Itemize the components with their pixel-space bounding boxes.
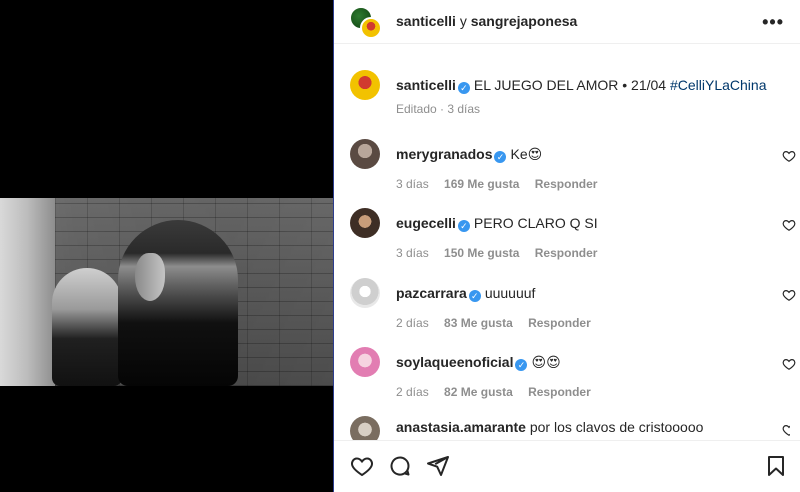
verified-badge-icon: ✓ [457, 82, 470, 94]
caption-meta: Editado · 3 días [396, 102, 481, 116]
video-frame[interactable] [0, 198, 333, 386]
comment-likes[interactable]: 82 Me gusta [444, 385, 513, 399]
comment-username[interactable]: pazcarrara [396, 285, 467, 301]
comment-item: merygranados ✓ Ke😍 3 días 169 Me gusta Res… [350, 139, 796, 191]
comment-body: PERO CLARO Q SI [473, 215, 598, 231]
caption-row: santicelli ✓ EL JUEGO DEL AMOR • 21/04 #Ce… [350, 70, 790, 120]
avatar[interactable] [350, 208, 380, 238]
comment-time[interactable]: 3 días [396, 246, 429, 260]
comment-body: por los clavos de cristooooo [529, 419, 704, 435]
comment-likes[interactable]: 150 Me gusta [444, 246, 519, 260]
share-icon[interactable] [426, 454, 450, 478]
caption-text: santicelli ✓ EL JUEGO DEL AMOR • 21/04 #Ce… [396, 76, 767, 94]
comment-text: anastasia.amarante por los clavos de cri… [396, 418, 703, 436]
avatar[interactable] [350, 347, 380, 377]
more-options-icon[interactable]: ••• [762, 12, 784, 33]
verified-badge-icon: ✓ [457, 220, 470, 232]
comment-item: anastasia.amarante por los clavos de cri… [350, 416, 790, 440]
avatar[interactable] [350, 278, 380, 308]
comment-text: pazcarrara ✓ uuuuuuf [396, 284, 535, 302]
comment-text: soylaqueenoficial ✓ 😍😍 [396, 353, 561, 371]
like-heart-icon[interactable] [782, 218, 796, 232]
comment-username[interactable]: merygranados [396, 146, 492, 162]
comment-username[interactable]: soylaqueenoficial [396, 354, 513, 370]
comment-username[interactable]: eugecelli [396, 215, 456, 231]
post-header: santicelli y sangrejaponesa ••• [334, 0, 800, 44]
comment-text: eugecelli ✓ PERO CLARO Q SI [396, 214, 598, 232]
comment-meta: 3 días 169 Me gusta Responder [396, 177, 609, 191]
reply-button[interactable]: Responder [528, 316, 591, 330]
person-figure [52, 268, 122, 386]
avatar[interactable] [350, 139, 380, 169]
comment-icon[interactable] [388, 454, 412, 478]
like-heart-icon[interactable] [782, 149, 796, 163]
post-media[interactable] [0, 0, 333, 492]
post-actions-bar [334, 440, 800, 492]
reply-button[interactable]: Responder [535, 177, 598, 191]
caption-body: EL JUEGO DEL AMOR • 21/04 [473, 77, 667, 93]
comment-likes[interactable]: 169 Me gusta [444, 177, 519, 191]
avatar[interactable] [360, 17, 382, 39]
comment-body: 😍😍 [531, 354, 561, 370]
reply-button[interactable]: Responder [528, 385, 591, 399]
comment-meta: 2 días 83 Me gusta Responder [396, 316, 603, 330]
joiner-text: y [459, 13, 467, 29]
reply-button[interactable]: Responder [535, 246, 598, 260]
caption-username[interactable]: santicelli [396, 77, 456, 93]
comment-item: pazcarrara ✓ uuuuuuf 2 días 83 Me gusta Re… [350, 278, 796, 330]
avatar[interactable] [350, 416, 380, 440]
bookmark-icon[interactable] [764, 454, 788, 478]
like-heart-icon[interactable] [782, 357, 796, 371]
comment-item: soylaqueenoficial ✓ 😍😍 2 días 82 Me gusta … [350, 347, 796, 399]
like-heart-icon[interactable] [782, 423, 790, 437]
username-link[interactable]: santicelli [396, 13, 456, 29]
comment-text: merygranados ✓ Ke😍 [396, 145, 542, 163]
comment-time[interactable]: 3 días [396, 177, 429, 191]
verified-badge-icon: ✓ [468, 290, 481, 302]
verified-badge-icon: ✓ [494, 151, 507, 163]
comment-body: Ke😍 [510, 146, 543, 162]
comment-time[interactable]: 2 días [396, 385, 429, 399]
hashtag-link[interactable]: #CelliYLaChina [670, 77, 767, 93]
comment-item: eugecelli ✓ PERO CLARO Q SI 3 días 150 Me … [350, 208, 796, 260]
person-figure [118, 220, 238, 386]
comment-likes[interactable]: 83 Me gusta [444, 316, 513, 330]
comment-username[interactable]: anastasia.amarante [396, 419, 526, 435]
like-heart-icon[interactable] [782, 288, 796, 302]
comment-time[interactable]: 2 días [396, 316, 429, 330]
comment-body: uuuuuuf [484, 285, 536, 301]
comment-meta: 3 días 150 Me gusta Responder [396, 246, 609, 260]
verified-badge-icon: ✓ [515, 359, 528, 371]
post-side-panel: santicelli y sangrejaponesa ••• santicel… [334, 0, 800, 492]
avatar[interactable] [350, 70, 380, 100]
person-face [135, 253, 165, 301]
collab-usernames: santicelli y sangrejaponesa [396, 13, 577, 29]
username-link[interactable]: sangrejaponesa [471, 13, 578, 29]
collab-avatars[interactable] [350, 7, 382, 39]
comment-meta: 2 días 82 Me gusta Responder [396, 385, 603, 399]
heart-icon[interactable] [350, 454, 374, 478]
